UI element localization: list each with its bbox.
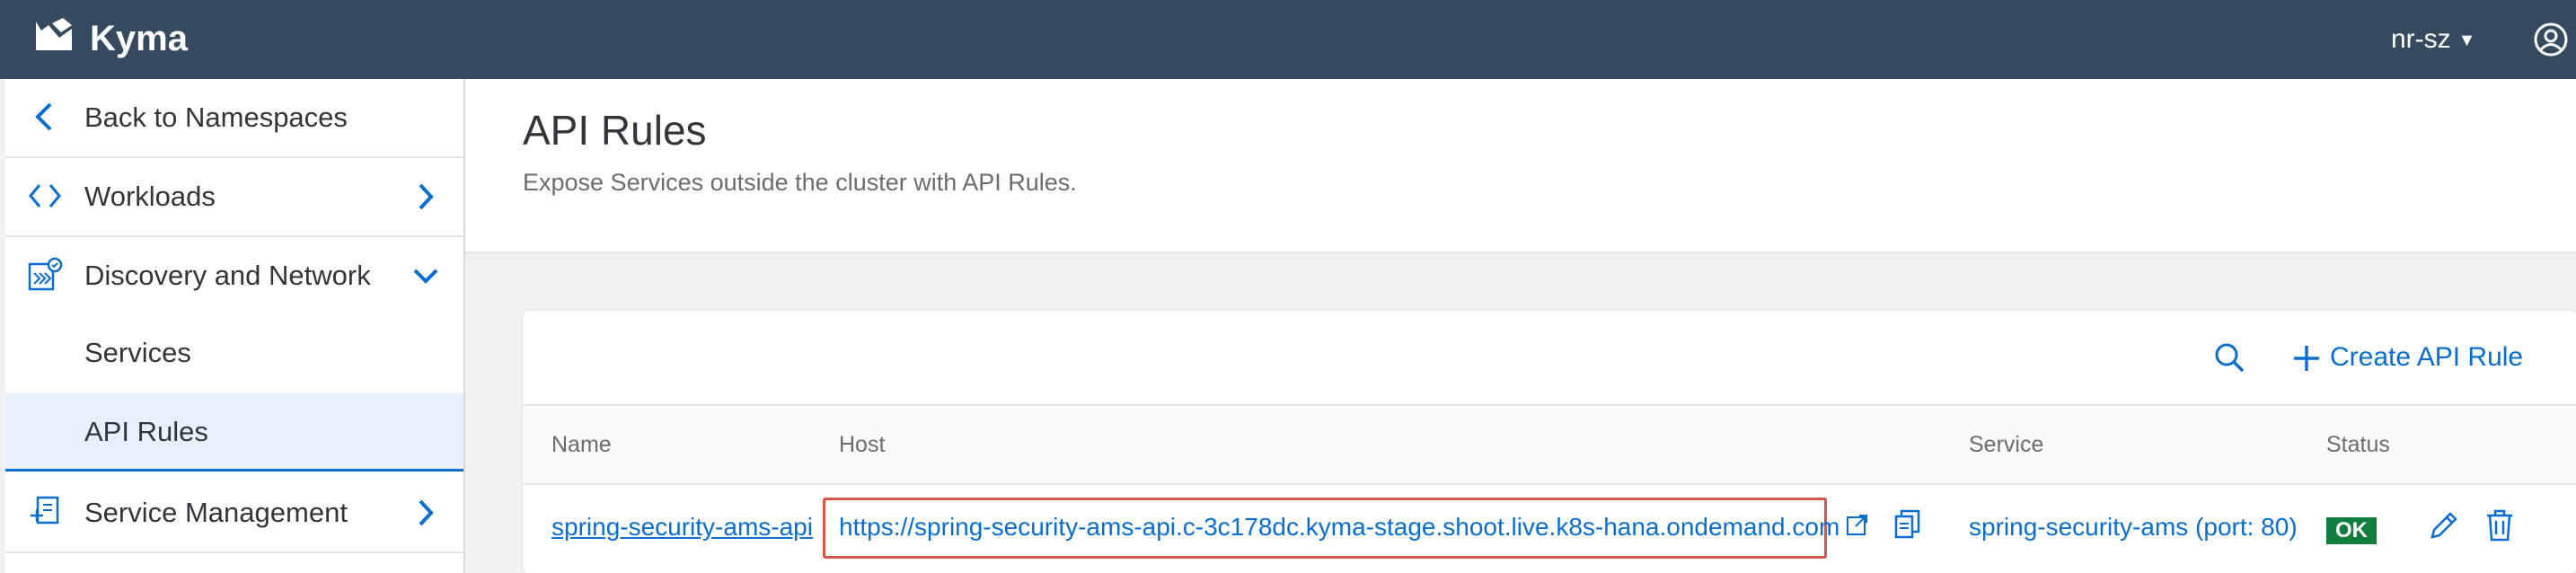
column-header-host[interactable]: Host — [839, 406, 885, 483]
shell-bar: Kyma nr-sz ▼ — [0, 0, 2576, 79]
column-header-service[interactable]: Service — [1969, 406, 2043, 483]
host-link[interactable]: https://spring-security-ams-api.c-3c178d… — [839, 485, 1839, 569]
table-row: spring-security-ams-api https://spring-s… — [523, 485, 2576, 573]
sidebar-item-label: Workloads — [84, 181, 216, 212]
chevron-right-icon — [411, 181, 440, 212]
service-link[interactable]: spring-security-ams (port: 80) — [1969, 485, 2298, 569]
brand-title[interactable]: Kyma — [90, 16, 188, 61]
create-api-rule-label: Create API Rule — [2330, 342, 2524, 372]
sidebar-item-discovery-and-network[interactable]: Discovery and Network — [5, 237, 463, 314]
column-header-name[interactable]: Name — [551, 406, 612, 483]
caret-down-icon: ▼ — [2457, 31, 2476, 51]
column-header-status[interactable]: Status — [2326, 406, 2390, 483]
chevron-left-icon — [27, 99, 63, 135]
page-title: API Rules — [523, 107, 707, 154]
chevron-down-icon — [411, 260, 440, 291]
network-icon — [27, 257, 63, 293]
status-badge: OK — [2326, 517, 2377, 544]
sidebar-subitem-label: API Rules — [84, 416, 208, 447]
sidebar-subitem-label: Services — [84, 337, 191, 368]
code-icon — [27, 178, 63, 214]
namespace-dropdown[interactable]: nr-sz ▼ — [2391, 20, 2475, 60]
service-icon — [27, 494, 63, 530]
sidebar-item-workloads[interactable]: Workloads — [5, 158, 463, 237]
table-header: Name Host Service Status — [523, 406, 2576, 485]
create-api-rule-button[interactable]: Create API Rule — [2292, 332, 2523, 383]
table-toolbar: Create API Rule — [523, 311, 2576, 406]
copy-icon[interactable] — [1893, 508, 1922, 545]
sidebar-item-service-management[interactable]: Service Management — [5, 474, 463, 553]
page-description: Expose Services outside the cluster with… — [523, 169, 1077, 196]
delete-icon[interactable] — [2484, 508, 2515, 547]
sidebar: Back to Namespaces Workloads Discovery a… — [5, 79, 465, 573]
namespace-label: nr-sz — [2391, 24, 2451, 54]
api-rules-table: Create API Rule Name Host Service Status… — [523, 311, 2576, 573]
chevron-right-icon — [411, 498, 440, 528]
api-rule-name-link[interactable]: spring-security-ams-api — [551, 485, 813, 569]
back-to-namespaces[interactable]: Back to Namespaces — [5, 79, 463, 158]
user-menu-icon[interactable] — [2533, 22, 2569, 57]
sidebar-subitem-services[interactable]: Services — [5, 314, 463, 392]
open-external-icon[interactable] — [1845, 512, 1870, 542]
edit-icon[interactable] — [2427, 510, 2459, 547]
kyma-logo-icon[interactable] — [32, 16, 75, 59]
sidebar-subitem-api-rules[interactable]: API Rules — [5, 393, 463, 472]
sidebar-item-label: Service Management — [84, 497, 348, 528]
sidebar-item-label: Discovery and Network — [84, 260, 371, 291]
page-header: API Rules Expose Services outside the cl… — [465, 79, 2576, 253]
search-icon[interactable] — [2211, 339, 2247, 375]
back-label: Back to Namespaces — [84, 101, 348, 133]
plus-icon — [2294, 346, 2319, 372]
